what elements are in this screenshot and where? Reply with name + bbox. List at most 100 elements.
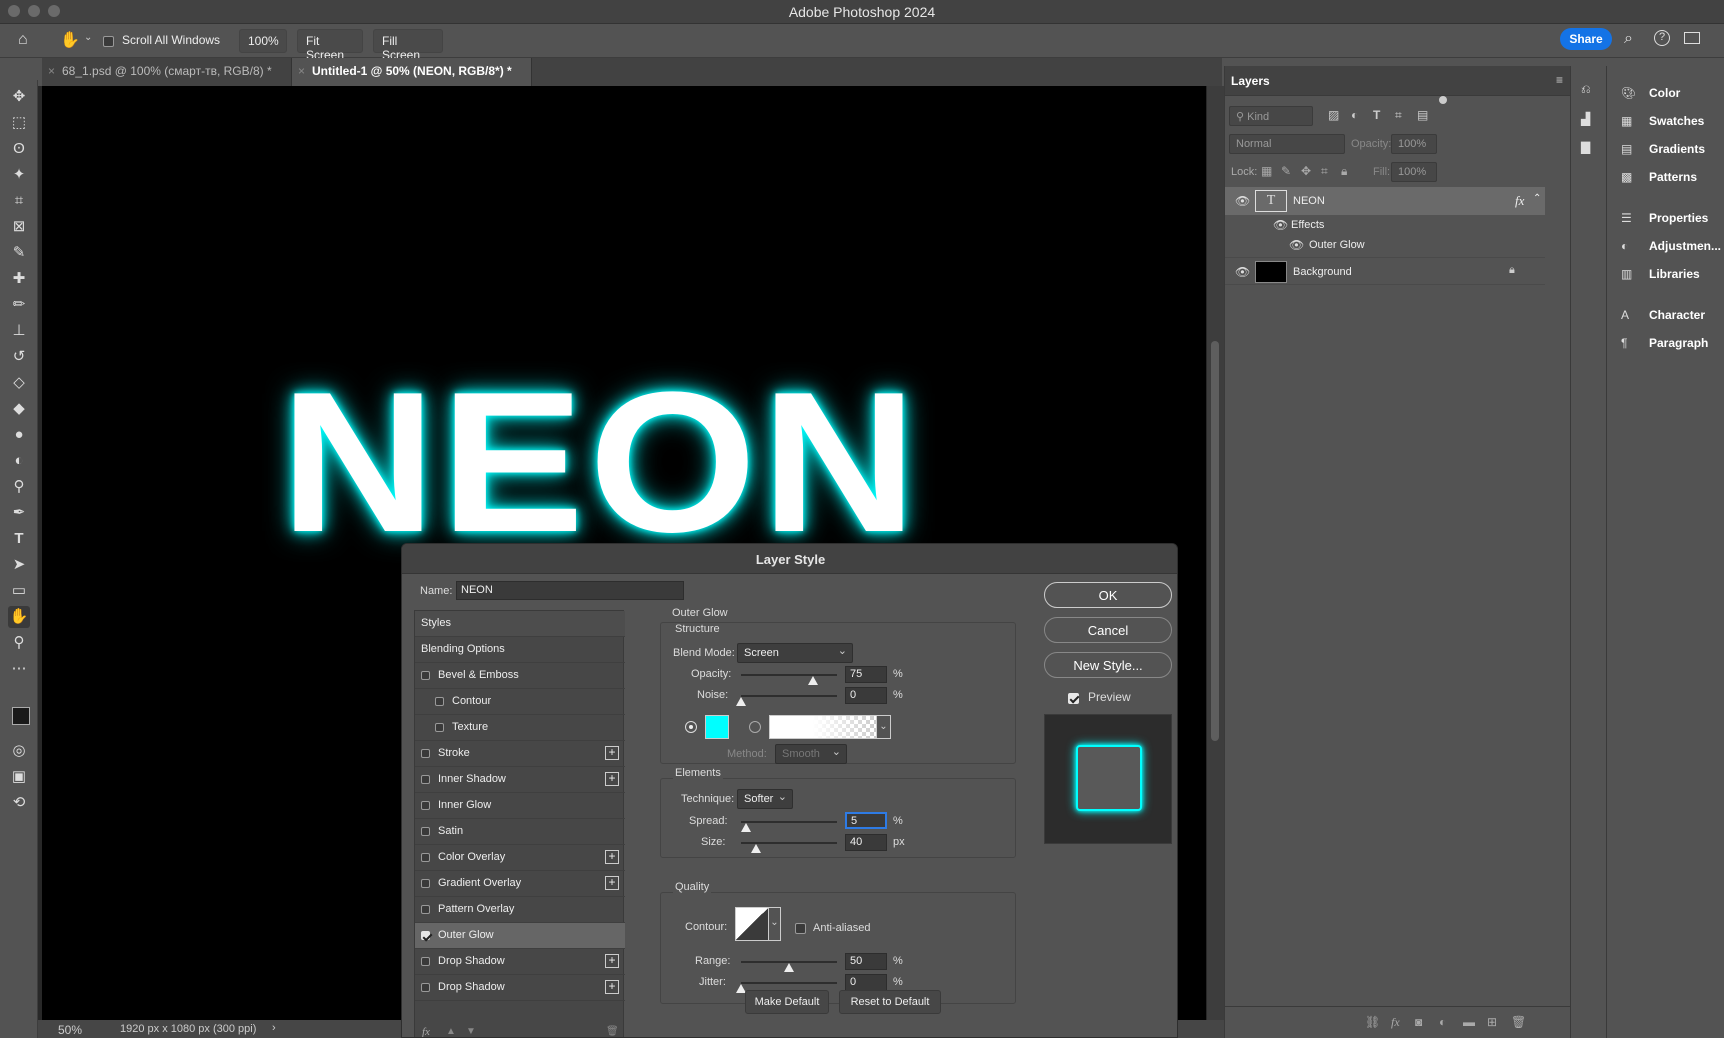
- move-up-icon[interactable]: ▲: [446, 1026, 456, 1037]
- workspace-icon[interactable]: [1684, 32, 1700, 44]
- new-group-icon[interactable]: ▬: [1463, 1015, 1475, 1029]
- panel-patterns[interactable]: ▩ Patterns: [1621, 170, 1697, 184]
- paint-bucket-tool-icon[interactable]: ◆: [8, 398, 30, 420]
- panel-libraries[interactable]: ▥ Libraries: [1621, 267, 1700, 281]
- foreground-color-swatch[interactable]: [12, 707, 30, 725]
- new-style-button[interactable]: New Style...: [1044, 652, 1172, 678]
- style-item-checkbox[interactable]: [421, 826, 430, 836]
- style-item-checkbox[interactable]: [421, 878, 430, 888]
- noise-input[interactable]: 0: [845, 687, 887, 704]
- spread-slider[interactable]: [741, 821, 837, 823]
- style-item[interactable]: Blending Options: [415, 637, 625, 663]
- style-item-checkbox[interactable]: [421, 930, 430, 940]
- home-icon[interactable]: ⌂: [18, 31, 28, 49]
- glow-color-swatch[interactable]: [705, 715, 729, 739]
- visibility-eye-icon[interactable]: 👁︎: [1289, 238, 1304, 252]
- style-item-checkbox[interactable]: [421, 852, 430, 862]
- reset-to-default-button[interactable]: Reset to Default: [839, 990, 941, 1014]
- filter-pixel-icon[interactable]: ▨: [1328, 108, 1339, 122]
- add-style-instance-icon[interactable]: +: [605, 954, 619, 968]
- hand-tool-icon[interactable]: ✋: [60, 30, 80, 50]
- style-item-checkbox[interactable]: [421, 670, 430, 680]
- new-layer-icon[interactable]: ⊞: [1487, 1015, 1497, 1029]
- style-item-checkbox[interactable]: [435, 696, 444, 706]
- add-style-instance-icon[interactable]: +: [605, 876, 619, 890]
- rectangle-tool-icon[interactable]: ▭: [8, 580, 30, 602]
- magic-wand-tool-icon[interactable]: ✦: [8, 164, 30, 186]
- blur-tool-icon[interactable]: ●: [8, 424, 30, 446]
- style-item-checkbox[interactable]: [421, 748, 430, 758]
- history-icon[interactable]: ⎌: [1581, 82, 1591, 97]
- noise-slider[interactable]: [741, 695, 837, 697]
- zoom-100-button[interactable]: 100%: [239, 29, 287, 53]
- filter-shape-icon[interactable]: ⌗: [1395, 108, 1402, 123]
- add-style-icon[interactable]: fx: [1391, 1015, 1400, 1030]
- clone-stamp-tool-icon[interactable]: ⊥: [8, 320, 30, 342]
- style-item[interactable]: Drop Shadow +: [415, 975, 625, 1001]
- style-item[interactable]: Drop Shadow +: [415, 949, 625, 975]
- panel-gradients[interactable]: ▤ Gradients: [1621, 142, 1705, 156]
- style-item[interactable]: Contour: [415, 689, 625, 715]
- style-item-checkbox[interactable]: [421, 956, 430, 966]
- layer-row-background[interactable]: 👁︎ Background 🔒︎: [1225, 257, 1545, 285]
- eyedropper-tool-icon[interactable]: ✎: [8, 242, 30, 264]
- dodge-tool-icon[interactable]: ◐: [8, 450, 30, 472]
- quick-mask-icon[interactable]: ◎: [8, 740, 30, 762]
- size-input[interactable]: 40: [845, 834, 887, 851]
- chevron-right-icon[interactable]: ›: [272, 1022, 276, 1034]
- lock-artboard-icon[interactable]: ⌗: [1321, 164, 1328, 179]
- trash-icon[interactable]: 🗑︎: [606, 1026, 619, 1037]
- spread-input[interactable]: 5: [845, 812, 887, 829]
- range-input[interactable]: 50: [845, 953, 887, 970]
- panel-color[interactable]: 🎨︎ Color: [1621, 86, 1680, 100]
- layer-row-neon[interactable]: 👁︎ T NEON fx ⌃: [1225, 187, 1545, 215]
- kind-filter-dropdown[interactable]: ⚲ Kind: [1229, 106, 1313, 126]
- layer-effect-outer-glow-row[interactable]: 👁︎ Outer Glow: [1225, 235, 1545, 255]
- panel-adjustments[interactable]: ◐ Adjustmen...: [1621, 239, 1721, 253]
- opacity-slider-thumb[interactable]: [808, 676, 818, 685]
- add-style-instance-icon[interactable]: +: [605, 746, 619, 760]
- filter-toggle-icon[interactable]: [1439, 96, 1447, 104]
- panel-properties[interactable]: ☰ Properties: [1621, 211, 1708, 225]
- add-mask-icon[interactable]: ◙: [1415, 1015, 1422, 1029]
- ok-button[interactable]: OK: [1044, 582, 1172, 608]
- eraser-tool-icon[interactable]: ◇: [8, 372, 30, 394]
- add-style-instance-icon[interactable]: +: [605, 772, 619, 786]
- tab-untitled-1[interactable]: × Untitled-1 @ 50% (NEON, RGB/8*) *: [292, 58, 532, 86]
- lock-icon[interactable]: 🔒︎: [1509, 264, 1515, 277]
- size-slider-thumb[interactable]: [751, 844, 762, 853]
- glow-gradient-swatch[interactable]: [769, 715, 877, 739]
- gradient-radio[interactable]: [749, 721, 761, 733]
- style-item[interactable]: Outer Glow: [415, 923, 625, 949]
- visibility-eye-icon[interactable]: 👁︎: [1235, 265, 1250, 279]
- style-item-checkbox[interactable]: [421, 800, 430, 810]
- style-item[interactable]: Inner Glow: [415, 793, 625, 819]
- layer-effects-row[interactable]: 👁︎ Effects: [1225, 215, 1545, 235]
- style-item[interactable]: Stroke +: [415, 741, 625, 767]
- jitter-slider[interactable]: [741, 982, 837, 984]
- help-icon[interactable]: ?: [1654, 30, 1670, 46]
- style-item[interactable]: Gradient Overlay +: [415, 871, 625, 897]
- lasso-tool-icon[interactable]: ʘ: [8, 138, 30, 160]
- opacity-slider[interactable]: [741, 674, 837, 676]
- preview-checkbox[interactable]: [1068, 691, 1079, 705]
- visibility-eye-icon[interactable]: 👁︎: [1235, 194, 1250, 208]
- share-button[interactable]: Share: [1560, 28, 1612, 50]
- spread-slider-thumb[interactable]: [740, 823, 751, 832]
- style-item-checkbox[interactable]: [421, 982, 430, 992]
- zoom-dodge-tool-icon[interactable]: ⚲: [8, 476, 30, 498]
- style-item[interactable]: Bevel & Emboss: [415, 663, 625, 689]
- layers-tab[interactable]: Layers ≡: [1225, 66, 1571, 96]
- lock-pixels-icon[interactable]: ✎: [1281, 164, 1291, 178]
- filter-type-icon[interactable]: T: [1373, 108, 1380, 122]
- pen-tool-icon[interactable]: ✒: [8, 502, 30, 524]
- opacity-input[interactable]: 75: [845, 666, 887, 683]
- solid-color-radio[interactable]: [685, 721, 697, 733]
- style-item[interactable]: Texture: [415, 715, 625, 741]
- anti-aliased-checkbox[interactable]: [795, 921, 806, 935]
- panel-menu-icon[interactable]: ≡: [1556, 73, 1563, 87]
- hand-tool-icon[interactable]: ✋: [8, 606, 30, 628]
- panel-swatches[interactable]: ▦ Swatches: [1621, 114, 1704, 128]
- scrollbar-thumb[interactable]: [1211, 341, 1219, 741]
- tab-68-1-psd[interactable]: × 68_1.psd @ 100% (смарт-тв, RGB/8) *: [42, 58, 292, 86]
